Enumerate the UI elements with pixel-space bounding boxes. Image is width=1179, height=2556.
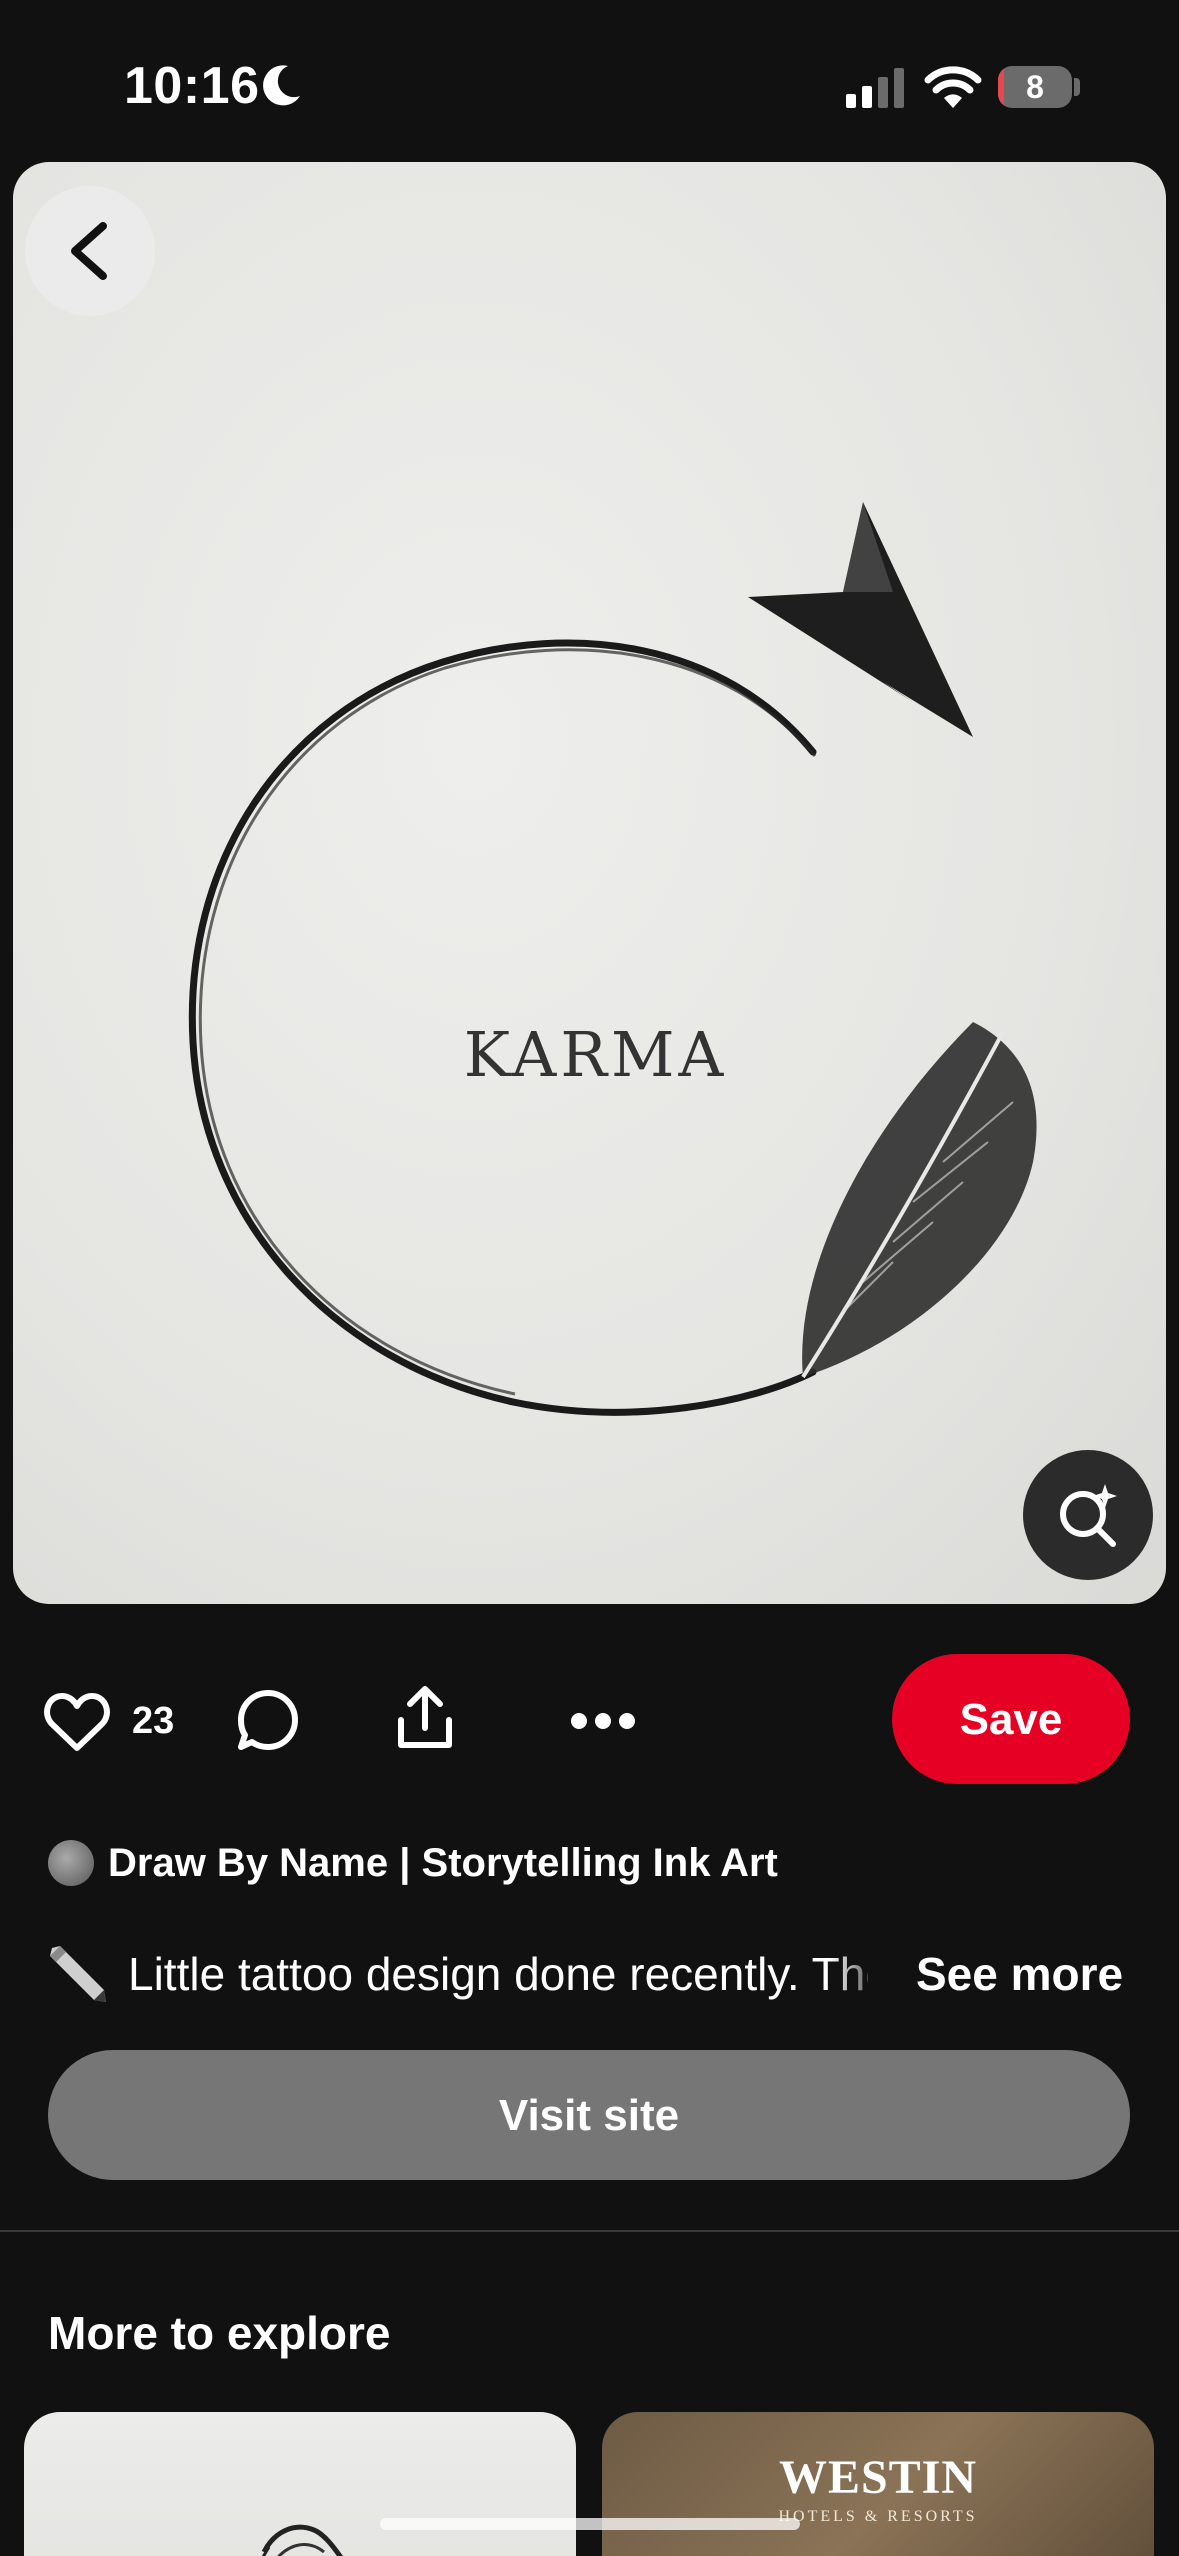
comment-icon[interactable]: [236, 1688, 300, 1752]
more-options-icon[interactable]: [570, 1710, 636, 1732]
signal-bar: [862, 86, 872, 108]
wifi-icon: [924, 66, 982, 108]
status-bar: 10:16 8: [0, 0, 1179, 160]
share-icon[interactable]: [396, 1684, 454, 1750]
battery-icon: 8: [998, 66, 1072, 108]
visual-search-button[interactable]: [1023, 1450, 1153, 1580]
explore-card[interactable]: [24, 2412, 576, 2556]
visit-site-button[interactable]: Visit site: [48, 2050, 1130, 2180]
explore-card[interactable]: WESTIN HOTELS & RESORTS: [602, 2412, 1154, 2556]
home-indicator[interactable]: [380, 2518, 800, 2530]
status-time: 10:16: [124, 57, 260, 115]
moon-icon: [263, 65, 300, 106]
battery-level: 8: [1026, 69, 1044, 105]
see-more-link[interactable]: See more: [916, 1944, 1123, 2004]
image-caption-text: KARMA: [463, 1018, 728, 1091]
pin-description: Little tattoo design done recently. The: [128, 1948, 868, 2000]
creator-name[interactable]: Draw By Name | Storytelling Ink Art: [108, 1840, 778, 1886]
back-button[interactable]: [25, 186, 155, 316]
explore-card-image: [261, 2524, 343, 2556]
visual-search-icon: [1060, 1484, 1117, 1547]
signal-bar: [878, 77, 888, 108]
karma-drawing: [188, 502, 1037, 1416]
heart-icon[interactable]: [44, 1692, 110, 1752]
chevron-left-icon: [71, 222, 107, 280]
pin-detail-screen: 10:16 8 KARMA 23 Save Draw By Name | Sto…: [0, 0, 1179, 2556]
signal-bar: [894, 68, 904, 108]
section-divider: [0, 2230, 1179, 2232]
creator-avatar[interactable]: [48, 1840, 94, 1886]
signal-bar: [846, 94, 856, 108]
battery-nub: [1074, 78, 1080, 96]
cellular-signal-icon: [846, 68, 904, 108]
save-button[interactable]: Save: [892, 1654, 1130, 1784]
explore-section-title: More to explore: [48, 2307, 391, 2359]
description-fade: [830, 1936, 890, 2012]
pin-actions: 23 Save: [0, 1640, 1179, 1800]
westin-logo: WESTIN: [778, 2451, 978, 2504]
pen-icon: [50, 1946, 106, 2002]
like-count: 23: [132, 1700, 175, 1742]
pin-image[interactable]: KARMA: [13, 162, 1166, 1604]
